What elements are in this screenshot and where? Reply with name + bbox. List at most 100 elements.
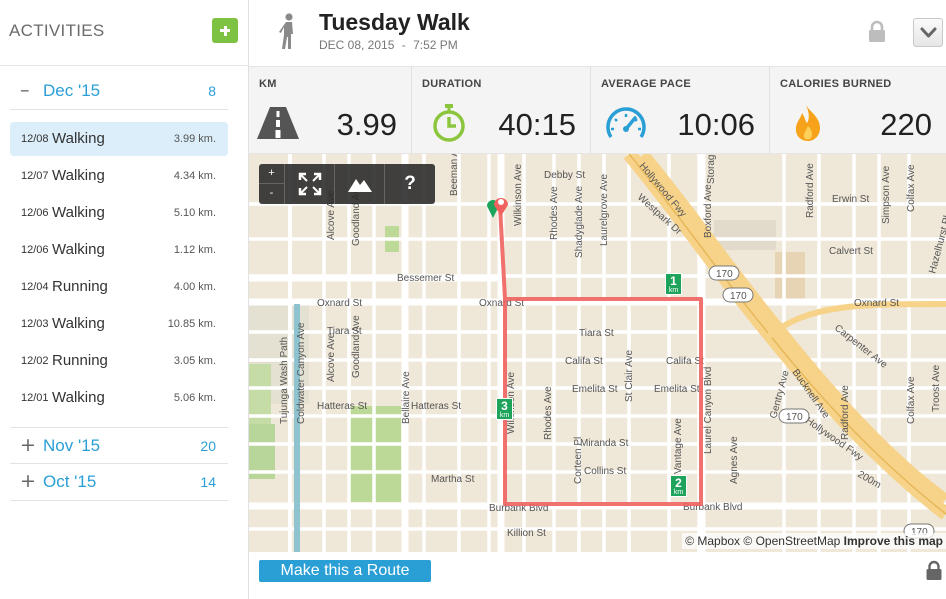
stat-distance: KM 3.99 bbox=[249, 67, 412, 154]
month-count: 14 bbox=[200, 474, 216, 490]
help-button[interactable]: ? bbox=[385, 164, 435, 204]
street-label: Storage bbox=[706, 154, 717, 184]
street-label: Emelita St bbox=[654, 384, 700, 395]
street-label: Laurel Canyon Blvd bbox=[703, 367, 714, 454]
stats-bar: KM 3.99 DURATION 40:15 AVERAGE PACE 10:0… bbox=[249, 66, 946, 154]
activity-title: Tuesday Walk bbox=[319, 9, 470, 35]
street-label: Bellaire Ave bbox=[401, 371, 412, 424]
street-label: Tujunga Wash Path bbox=[279, 337, 290, 424]
expand-icon: + bbox=[20, 434, 36, 456]
km-marker: 3 km bbox=[496, 398, 513, 420]
freeway-shield: 170 bbox=[778, 408, 810, 424]
road-icon bbox=[257, 107, 299, 139]
activity-date: 12/06 bbox=[21, 244, 49, 256]
lock-icon[interactable] bbox=[925, 560, 943, 580]
stat-label: KM bbox=[259, 78, 277, 90]
month-label: Dec '15 bbox=[43, 81, 101, 100]
activity-date: 12/02 bbox=[21, 355, 49, 367]
speedometer-icon bbox=[606, 107, 646, 138]
make-route-button[interactable]: Make this a Route bbox=[259, 560, 431, 582]
street-label: Laurelgrove Ave bbox=[599, 173, 610, 246]
activity-type: Walking bbox=[52, 315, 105, 332]
options-dropdown-button[interactable] bbox=[913, 18, 943, 47]
street-label: Goodland Ave bbox=[351, 315, 362, 378]
expand-icon: + bbox=[20, 470, 36, 492]
activity-datetime: DEC 08, 2015 - 7:52 PM bbox=[319, 38, 458, 52]
sidebar-header: ACTIVITIES bbox=[0, 0, 248, 66]
street-label: Erwin St bbox=[832, 194, 869, 205]
walking-person-icon bbox=[279, 13, 293, 49]
street-label: Coldwater Canyon Ave bbox=[296, 322, 307, 424]
street-label: Debby St bbox=[544, 170, 585, 181]
terrain-button[interactable] bbox=[335, 164, 385, 204]
activity-row[interactable]: 12/03 Walking 10.85 km. bbox=[10, 307, 228, 341]
zoom-in-button[interactable]: + bbox=[259, 164, 285, 184]
lock-icon[interactable] bbox=[867, 20, 887, 42]
activity-header: Tuesday Walk DEC 08, 2015 - 7:52 PM bbox=[249, 0, 946, 66]
street-label: Collins St bbox=[584, 466, 626, 477]
street-label: Hatteras St bbox=[411, 401, 461, 412]
km-marker: 2 km bbox=[670, 475, 687, 497]
street-label: Califa St bbox=[565, 356, 603, 367]
km-marker: 1 km bbox=[665, 273, 682, 295]
street-label: Radford Ave bbox=[840, 385, 851, 440]
activity-type: Walking bbox=[52, 204, 105, 221]
activity-distance: 5.10 km. bbox=[173, 207, 216, 219]
activity-row[interactable]: 12/01 Walking 5.06 km. bbox=[10, 381, 228, 415]
stat-value: 220 bbox=[880, 107, 932, 142]
street-label: Colfax Ave bbox=[906, 376, 917, 424]
month-group-oct[interactable]: + Oct '15 14 bbox=[10, 464, 228, 501]
stat-label: CALORIES BURNED bbox=[780, 78, 892, 90]
activity-time: 7:52 PM bbox=[413, 38, 458, 52]
street-label: Rhodes Ave bbox=[549, 186, 560, 240]
stat-duration: DURATION 40:15 bbox=[412, 67, 591, 154]
street-label: Radford Ave bbox=[805, 163, 816, 218]
month-group-nov[interactable]: + Nov '15 20 bbox=[10, 427, 228, 464]
mapbox-link[interactable]: © Mapbox bbox=[685, 534, 740, 548]
street-label: Oxnard St bbox=[317, 298, 362, 309]
stat-value: 3.99 bbox=[336, 107, 397, 142]
zoom-out-button[interactable]: - bbox=[259, 184, 285, 204]
activity-type: Walking bbox=[52, 130, 105, 147]
add-activity-button[interactable] bbox=[212, 18, 238, 43]
month-count: 20 bbox=[200, 438, 216, 454]
activity-date: 12/08 bbox=[21, 133, 49, 145]
street-label: Tiara St bbox=[579, 328, 614, 339]
month-label: Oct '15 bbox=[43, 472, 97, 491]
route-map[interactable]: Debby St Bessemer St Oxnard St Oxnard St… bbox=[249, 154, 946, 552]
improve-map-link[interactable]: Improve this map bbox=[844, 534, 943, 548]
activity-date: 12/01 bbox=[21, 392, 49, 404]
map-canvas[interactable]: Debby St Bessemer St Oxnard St Oxnard St… bbox=[249, 154, 946, 552]
street-label: Martha St bbox=[431, 474, 475, 485]
street-label: Oxnard St bbox=[854, 298, 899, 309]
activity-row[interactable]: 12/02 Running 3.05 km. bbox=[10, 344, 228, 378]
activity-row[interactable]: 12/04 Running 4.00 km. bbox=[10, 270, 228, 304]
activity-distance: 10.85 km. bbox=[167, 318, 216, 330]
street-label: Vantage Ave bbox=[673, 418, 684, 474]
street-label: Troost Ave bbox=[931, 364, 942, 412]
month-count: 8 bbox=[208, 83, 216, 99]
street-label: Shadyglade Ave bbox=[574, 185, 585, 258]
street-label: Califa St bbox=[666, 356, 704, 367]
street-label: Simpson Ave bbox=[881, 165, 892, 224]
street-label: Hatteras St bbox=[317, 401, 367, 412]
street-label: Bessemer St bbox=[397, 273, 454, 284]
activity-type: Running bbox=[52, 278, 108, 295]
fullscreen-button[interactable] bbox=[285, 164, 335, 204]
svg-text:170: 170 bbox=[716, 269, 733, 280]
activity-type: Running bbox=[52, 352, 108, 369]
activity-row[interactable]: 12/07 Walking 4.34 km. bbox=[10, 159, 228, 193]
activity-type: Walking bbox=[52, 241, 105, 258]
stopwatch-icon bbox=[433, 104, 465, 142]
activity-row[interactable]: 12/08 Walking 3.99 km. bbox=[10, 122, 228, 156]
activity-row[interactable]: 12/06 Walking 5.10 km. bbox=[10, 196, 228, 230]
datetime-separator: - bbox=[401, 38, 406, 52]
osm-link[interactable]: © OpenStreetMap bbox=[743, 534, 840, 548]
stat-label: DURATION bbox=[422, 78, 482, 90]
month-group-dec[interactable]: – Dec '15 8 bbox=[10, 73, 228, 110]
activity-date: DEC 08, 2015 bbox=[319, 38, 395, 52]
map-attribution: © Mapbox © OpenStreetMap Improve this ma… bbox=[682, 533, 946, 549]
activity-date: 12/07 bbox=[21, 170, 49, 182]
mountain-icon bbox=[347, 179, 372, 192]
activity-row[interactable]: 12/06 Walking 1.12 km. bbox=[10, 233, 228, 267]
